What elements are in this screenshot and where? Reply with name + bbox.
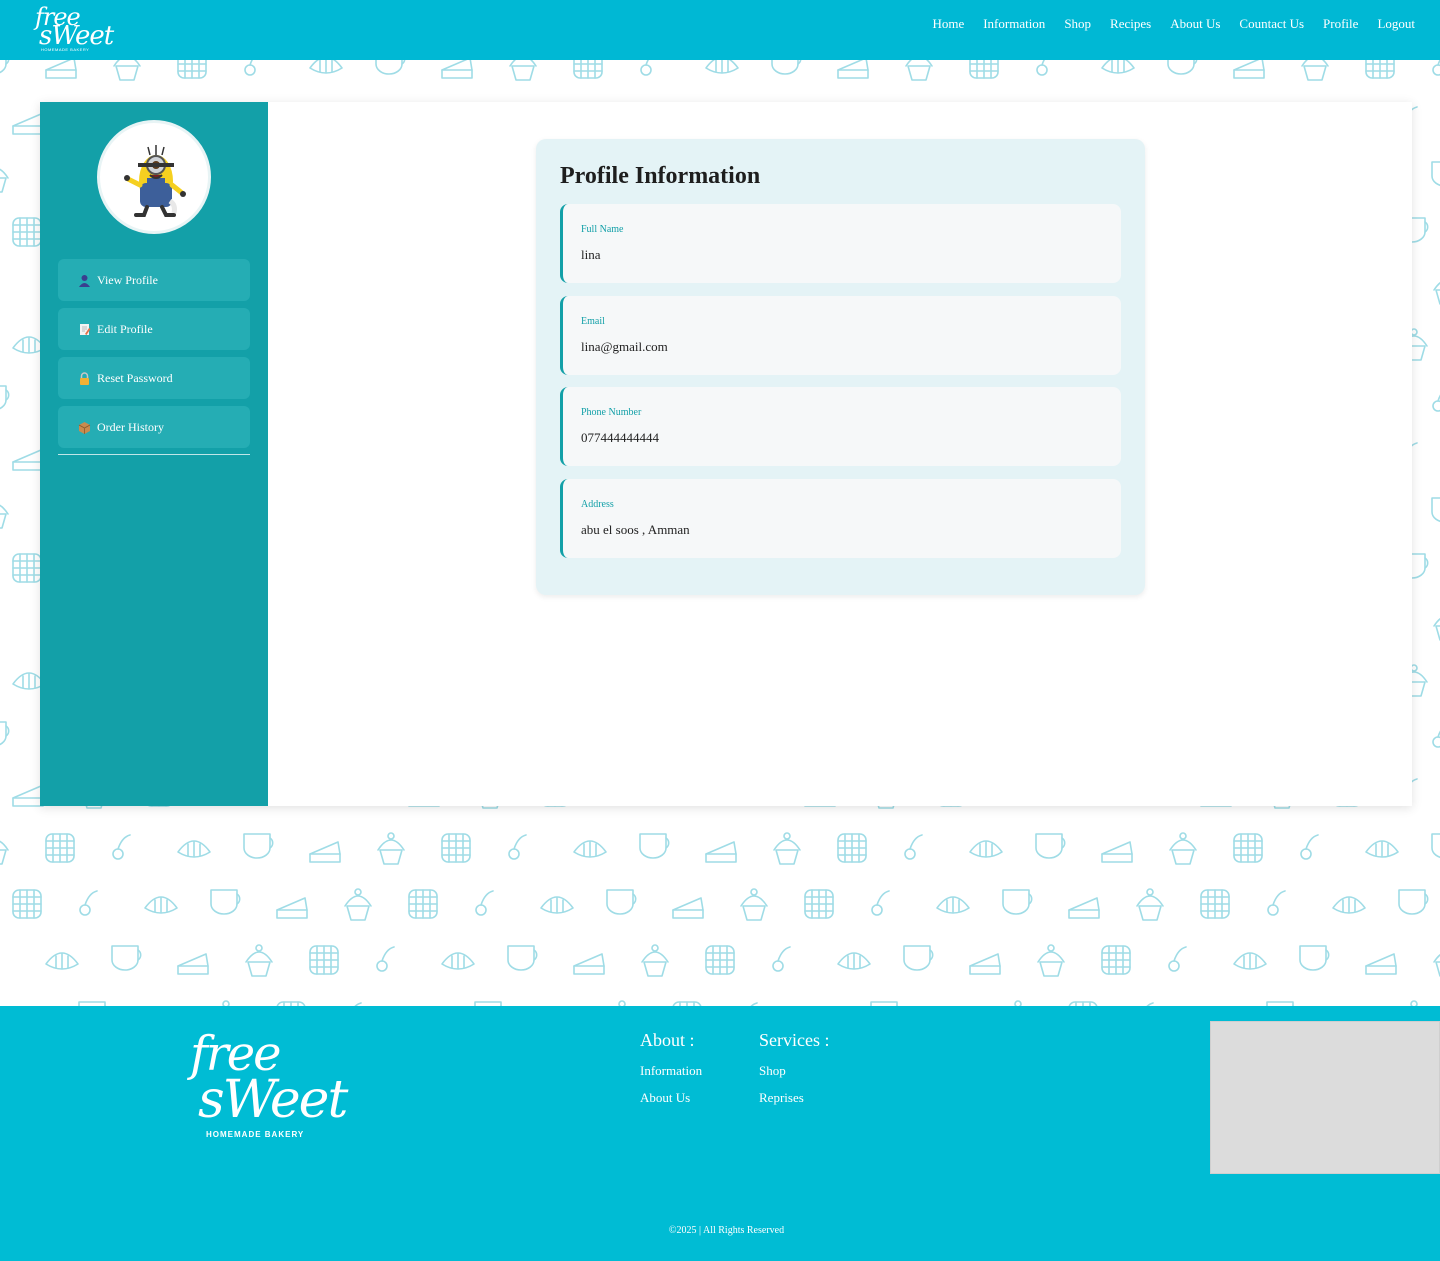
field-value: lina	[581, 247, 601, 262]
sidebar-item-label: View Profile	[97, 272, 158, 287]
minion-avatar-icon	[124, 145, 186, 217]
page-title: Profile Information	[560, 163, 761, 189]
sidebar-item-order-history[interactable]: Order History	[58, 406, 250, 448]
sidebar-item-edit-profile[interactable]: Edit Profile	[58, 308, 250, 350]
profile-field-email: Email lina@gmail.com	[560, 296, 1121, 375]
profile-field-full-name: Full Name lina	[560, 204, 1121, 283]
field-value: 077444444444	[581, 430, 659, 445]
logo-word-sweet: sWeet	[39, 21, 114, 51]
footer-about-heading: About :	[640, 1030, 695, 1050]
field-label: Phone Number	[581, 407, 642, 418]
field-label: Full Name	[581, 224, 624, 235]
footer-services-heading: Services :	[759, 1030, 830, 1050]
footer-link-about-us[interactable]: About Us	[640, 1090, 702, 1106]
site-footer: free sWeet HOMEMADE BAKERY About : Infor…	[0, 1006, 1440, 1261]
logo-tagline: HOMEMADE BAKERY	[206, 1130, 305, 1139]
profile-information-panel: Profile Information Full Name lina Email…	[536, 139, 1145, 595]
profile-field-phone: Phone Number 077444444444	[560, 387, 1121, 466]
logo-tagline: HOMEMADE BAKERY	[41, 47, 90, 52]
logo-word-sweet: sWeet	[198, 1070, 348, 1130]
top-navbar: free sWeet HOMEMADE BAKERY Home Informat…	[0, 0, 1440, 60]
footer-link-information[interactable]: Information	[640, 1063, 702, 1079]
sidebar-item-view-profile[interactable]: View Profile	[58, 259, 250, 301]
sidebar-item-label: Edit Profile	[97, 321, 153, 336]
map-embed-placeholder[interactable]	[1210, 1021, 1440, 1174]
avatar	[97, 120, 211, 234]
nav-profile[interactable]: Profile	[1323, 16, 1358, 32]
nav-home[interactable]: Home	[932, 16, 964, 32]
package-icon	[78, 421, 91, 434]
nav-information[interactable]: Information	[983, 16, 1045, 32]
profile-sidebar: View Profile Edit Profile Reset Password…	[40, 102, 268, 806]
profile-field-address: Address abu el soos , Amman	[560, 479, 1121, 558]
nav-contact-us[interactable]: Countact Us	[1239, 16, 1304, 32]
nav-about-us[interactable]: About Us	[1170, 16, 1220, 32]
sidebar-item-reset-password[interactable]: Reset Password	[58, 357, 250, 399]
sidebar-divider	[58, 454, 250, 455]
copyright-text: ©2025 | All Rights Reserved	[668, 1225, 785, 1236]
sidebar-item-label: Order History	[97, 419, 164, 434]
footer-services-column: Services : Shop Reprises	[759, 1030, 829, 1117]
field-label: Address	[581, 499, 614, 510]
nav-logout[interactable]: Logout	[1377, 16, 1415, 32]
nav-shop[interactable]: Shop	[1064, 16, 1091, 32]
main-nav: Home Information Shop Recipes About Us C…	[932, 0, 1415, 48]
footer-link-reprises[interactable]: Reprises	[759, 1090, 829, 1106]
footer-link-shop[interactable]: Shop	[759, 1063, 829, 1079]
site-logo[interactable]: free sWeet HOMEMADE BAKERY	[33, 5, 114, 55]
lock-icon	[78, 371, 91, 385]
footer-about-column: About : Information About Us	[640, 1030, 702, 1117]
field-value: lina@gmail.com	[581, 339, 668, 354]
profile-page-card: View Profile Edit Profile Reset Password…	[40, 102, 1412, 806]
field-label: Email	[581, 316, 605, 327]
footer-logo[interactable]: free sWeet HOMEMADE BAKERY	[190, 1030, 348, 1142]
nav-recipes[interactable]: Recipes	[1110, 16, 1151, 32]
edit-document-icon	[78, 323, 91, 336]
field-value: abu el soos , Amman	[581, 522, 690, 537]
sidebar-item-label: Reset Password	[97, 370, 173, 385]
user-icon	[78, 274, 91, 287]
